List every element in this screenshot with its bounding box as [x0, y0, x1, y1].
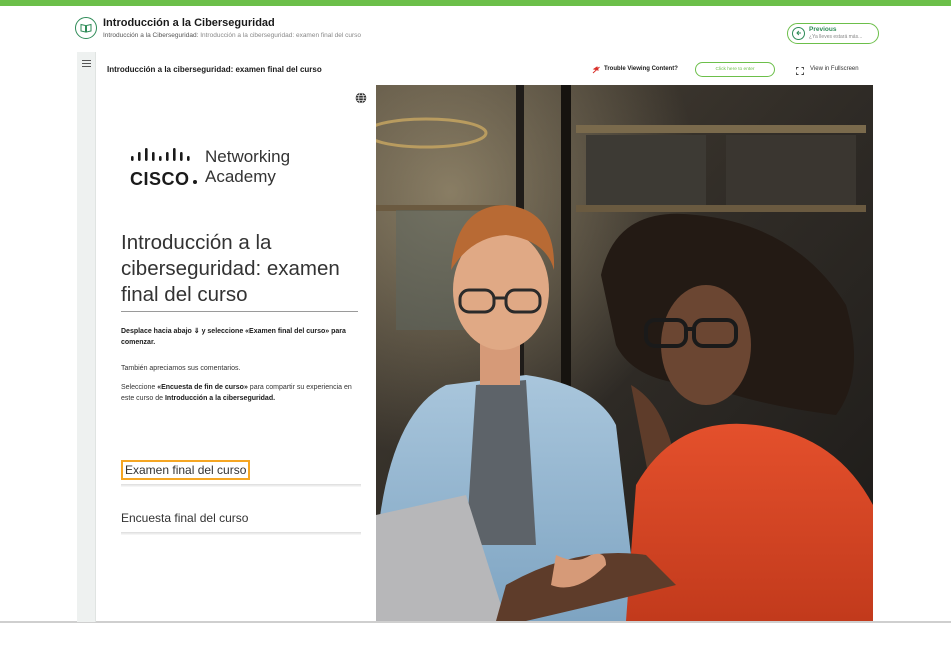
breadcrumb-current: Introducción a la ciberseguridad: examen…: [200, 32, 361, 39]
previous-label: Previous: [809, 26, 837, 33]
feedback-text: También apreciamos sus comentarios.: [121, 365, 241, 372]
survey-instruction-bold: «Encuesta de fin de curso»: [157, 384, 248, 391]
bottom-divider: [0, 621, 951, 623]
top-accent-bar: [0, 0, 951, 6]
click-here-button[interactable]: Click here to enter: [695, 62, 775, 77]
course-title: Introducción a la Ciberseguridad: [103, 17, 275, 29]
book-icon: [75, 17, 97, 39]
app-frame: Introducción a la Ciberseguridad Introdu…: [0, 0, 951, 658]
survey-instruction-pre: Seleccione: [121, 384, 158, 391]
previous-button[interactable]: Previous ¿Ya lleves estará más...: [787, 23, 879, 44]
menu-divider: [121, 532, 361, 535]
breadcrumb-root[interactable]: Introducción a la Ciberseguridad:: [103, 32, 198, 39]
hero-photo: [376, 85, 873, 621]
survey-instruction: Seleccione «Encuesta de fin de curso» pa…: [121, 382, 366, 404]
final-survey-link[interactable]: Encuesta final del curso: [121, 511, 361, 525]
cisco-wordmark: CISCO: [130, 169, 190, 189]
survey-instruction-course: Introducción a la ciberseguridad.: [164, 395, 276, 402]
content-area: CISCO Networking Academy Introducción a …: [103, 85, 873, 621]
cisco-networking-academy-logo: CISCO Networking Academy: [125, 143, 325, 193]
intro-panel: CISCO Networking Academy Introducción a …: [103, 85, 376, 621]
page-title: Introducción a la ciberseguridad: examen…: [121, 231, 340, 306]
final-exam-link[interactable]: Examen final del curso: [121, 460, 361, 480]
breadcrumb: Introducción a la Ciberseguridad: Introd…: [103, 32, 361, 39]
scroll-instruction: Desplace hacia abajo ⇓ y seleccione «Exa…: [121, 328, 346, 346]
logo-networking: Networking: [205, 147, 291, 166]
globe-icon[interactable]: [355, 92, 367, 104]
side-rail: [77, 52, 96, 622]
fullscreen-link[interactable]: View in Fullscreen: [810, 66, 859, 72]
expand-icon[interactable]: [796, 67, 804, 75]
hamburger-icon[interactable]: [82, 60, 91, 67]
cisco-bars-icon: [131, 148, 190, 161]
final-exam-label: Examen final del curso: [121, 460, 251, 480]
logo-dot: [193, 180, 197, 184]
content-toolbar: Introducción a la ciberseguridad: examen…: [97, 58, 880, 82]
previous-subtitle: ¿Ya lleves estará más...: [809, 34, 863, 40]
flag-icon: [592, 66, 600, 74]
arrow-left-icon: [792, 26, 805, 40]
trouble-viewing-text: Trouble Viewing Content?: [604, 66, 678, 72]
content-title: Introducción a la ciberseguridad: examen…: [107, 65, 322, 74]
title-divider: [121, 311, 358, 312]
menu-divider: [121, 484, 361, 487]
logo-academy: Academy: [205, 167, 276, 186]
